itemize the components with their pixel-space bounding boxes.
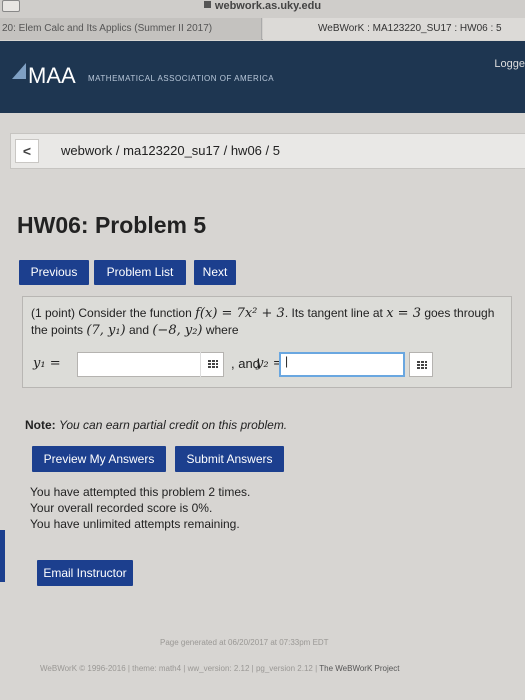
maa-subtitle: MATHEMATICAL ASSOCIATION OF AMERICA (88, 74, 275, 83)
point-1: (7, y₁) (86, 323, 126, 338)
function-expression: f(x) = 7x² + 3 (195, 306, 285, 321)
next-button[interactable]: Next (194, 260, 236, 285)
attempts-line-2: Your overall recorded score is 0%. (30, 501, 213, 515)
tab-webwork[interactable]: WeBWorK : MA123220_SU17 : HW06 : 5 (263, 18, 525, 40)
partial-credit-note: Note: You can earn partial credit on thi… (25, 418, 287, 432)
tab-course[interactable]: 20: Elem Calc and Its Applics (Summer II… (0, 18, 262, 40)
footer-copyright: WeBWorK © 1996-2016 | theme: math4 | ww_… (40, 664, 399, 673)
attempts-line-1: You have attempted this problem 2 times. (30, 485, 251, 499)
url-bar[interactable]: webwork.as.uky.edu (0, 0, 525, 14)
attempts-info: You have attempted this problem 2 times.… (30, 484, 250, 532)
y1-label: y₁ = (33, 356, 61, 371)
answer-row: y₁ = , and y₂ = | (31, 352, 511, 377)
note-label: Note: (25, 418, 56, 432)
tangent-point: x = 3 (386, 306, 421, 321)
note-text: You can earn partial credit on this prob… (59, 418, 288, 432)
previous-button[interactable]: Previous (19, 260, 89, 285)
problem-text-1: Consider the function (78, 306, 192, 320)
maa-logo-icon (12, 63, 26, 79)
browser-chrome: webwork.as.uky.edu 20: Elem Calc and Its… (0, 0, 525, 40)
maa-logo[interactable]: MAA (28, 63, 76, 89)
footer-version: WeBWorK © 1996-2016 | theme: math4 | ww_… (40, 664, 318, 673)
site-header: MAA MATHEMATICAL ASSOCIATION OF AMERICA … (0, 41, 525, 113)
where-text: where (205, 323, 239, 337)
back-arrow-icon[interactable]: < (15, 139, 39, 163)
problem-statement: (1 point) Consider the function f(x) = 7… (31, 305, 501, 339)
breadcrumb: < webwork / ma123220_su17 / hw06 / 5 (10, 133, 525, 169)
footer-project-link[interactable]: The WeBWorK Project (319, 664, 399, 673)
y2-input[interactable]: | (279, 352, 405, 377)
equation-editor-button-1[interactable] (200, 352, 224, 377)
problem-box: (1 point) Consider the function f(x) = 7… (22, 296, 512, 388)
breadcrumb-path[interactable]: webwork / ma123220_su17 / hw06 / 5 (61, 143, 280, 158)
logged-in-text: Logge (494, 58, 525, 70)
grid-icon (417, 361, 427, 370)
email-instructor-button[interactable]: Email Instructor (37, 560, 133, 586)
grid-icon (208, 360, 218, 369)
attempts-line-3: You have unlimited attempts remaining. (30, 517, 240, 531)
equation-editor-button-2[interactable] (409, 352, 433, 377)
url-text: webwork.as.uky.edu (214, 0, 322, 12)
preview-answers-button[interactable]: Preview My Answers (32, 446, 166, 472)
point-2: (−8, y₂) (152, 323, 203, 338)
and-text: and (128, 323, 150, 337)
points: (1 point) (31, 306, 76, 320)
lock-icon (203, 1, 211, 8)
footer-generated: Page generated at 06/20/2017 at 07:33pm … (160, 638, 329, 647)
page-title: HW06: Problem 5 (17, 212, 207, 238)
problem-text-2: . Its tangent line at (284, 306, 383, 320)
left-accent-bar (0, 530, 5, 582)
problem-list-button[interactable]: Problem List (94, 260, 186, 285)
submit-answers-button[interactable]: Submit Answers (175, 446, 284, 472)
